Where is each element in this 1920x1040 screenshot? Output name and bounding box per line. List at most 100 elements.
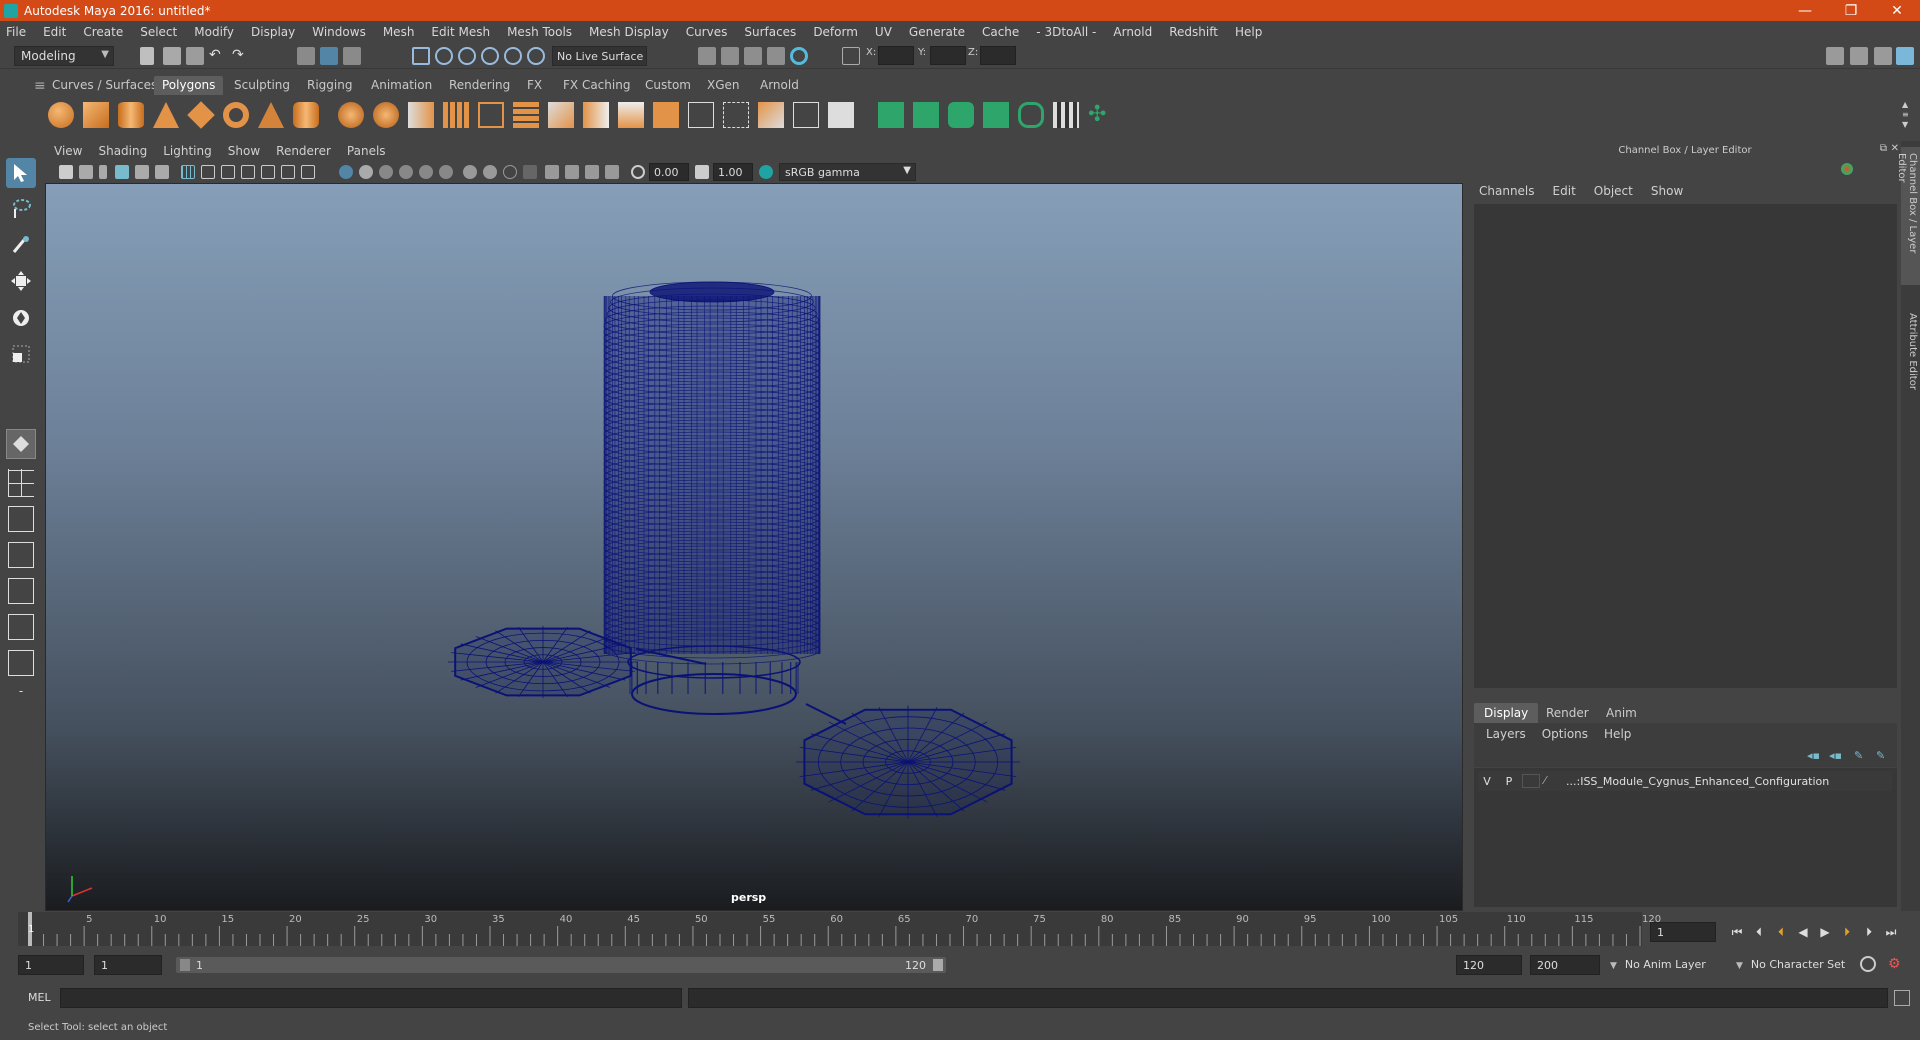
poly-cube-icon[interactable]: [83, 102, 109, 128]
viewport-menu-view[interactable]: View: [54, 144, 82, 158]
isolate-select-icon[interactable]: [545, 165, 559, 179]
shelf-tab-fx-caching[interactable]: FX Caching: [555, 76, 638, 95]
poly-cone-icon[interactable]: [153, 102, 179, 128]
menu-edit[interactable]: Edit: [43, 25, 66, 39]
menu-set-select[interactable]: Modeling ▼: [14, 46, 114, 66]
xray-active-components-icon[interactable]: [585, 165, 599, 179]
bookmarks-icon[interactable]: [99, 165, 107, 179]
layer-color-swatch[interactable]: ⁄: [1544, 774, 1562, 788]
layer-playback-toggle[interactable]: P: [1500, 775, 1518, 788]
animation-preferences-icon[interactable]: ⚙: [1888, 956, 1904, 972]
go-to-start-icon[interactable]: ⏮: [1726, 920, 1748, 944]
camera-attributes-icon[interactable]: [79, 165, 93, 179]
menu-mesh-display[interactable]: Mesh Display: [589, 25, 669, 39]
viewport-menu-show[interactable]: Show: [228, 144, 260, 158]
go-to-end-icon[interactable]: ⏭: [1880, 920, 1902, 944]
render-settings-icon[interactable]: [767, 47, 785, 65]
play-backwards-icon[interactable]: ◀: [1792, 920, 1814, 944]
snap-view-plane-icon[interactable]: [481, 47, 499, 65]
bridge-icon[interactable]: [583, 102, 609, 128]
transform-mode-icon[interactable]: [842, 47, 860, 65]
shelf-tab-animation[interactable]: Animation: [363, 76, 440, 95]
poly-pyramid-icon[interactable]: [258, 102, 284, 128]
rotate-tool-icon[interactable]: [6, 303, 36, 333]
motion-blur-icon[interactable]: [483, 165, 497, 179]
unfold-icon[interactable]: ✣: [1088, 102, 1114, 128]
shelf-scroll-icon[interactable]: ▲ ≡ ▼: [1902, 100, 1912, 130]
make-live-icon[interactable]: [527, 47, 545, 65]
layout-more-icon[interactable]: -: [8, 684, 34, 706]
select-tool-icon[interactable]: [6, 158, 36, 188]
channels-menu[interactable]: Channels: [1479, 184, 1535, 198]
side-tab-channel-box[interactable]: Channel Box / Layer Editor: [1896, 147, 1920, 285]
snap-point-icon[interactable]: [458, 47, 476, 65]
poly-plane-icon[interactable]: [187, 101, 215, 129]
extrude-icon[interactable]: [548, 102, 574, 128]
time-slider[interactable]: 5 10 15 20 25 30 35 40 45 50 55 60 65 70 75 80 85 90 95 100…: [18, 912, 1661, 946]
menu-create[interactable]: Create: [83, 25, 123, 39]
resolution-gate-icon[interactable]: [221, 165, 235, 179]
shelf-tab-custom[interactable]: Custom: [637, 76, 699, 95]
color-management-icon[interactable]: [759, 165, 773, 179]
minimize-button[interactable]: —: [1782, 0, 1828, 21]
channel-box-area[interactable]: [1474, 204, 1897, 688]
range-end-handle[interactable]: [933, 959, 943, 971]
step-back-frame-icon[interactable]: ⏴: [1748, 920, 1770, 944]
render-current-frame-icon[interactable]: [721, 47, 739, 65]
bevel-icon[interactable]: [618, 102, 644, 128]
hypershade-icon[interactable]: [790, 47, 808, 65]
y-input[interactable]: [930, 46, 966, 65]
mel-label[interactable]: MEL: [28, 991, 51, 1004]
shelf-tab-fx[interactable]: FX: [519, 76, 550, 95]
viewport-menu-shading[interactable]: Shading: [98, 144, 147, 158]
menu-uv[interactable]: UV: [875, 25, 892, 39]
auto-key-icon[interactable]: [1860, 956, 1876, 972]
create-empty-layer-icon[interactable]: ✎: [1854, 749, 1870, 763]
smooth-shade-icon[interactable]: [359, 165, 373, 179]
target-weld-icon[interactable]: [723, 102, 749, 128]
view-transform-select[interactable]: sRGB gamma ▼: [779, 163, 916, 181]
snap-curve-icon[interactable]: [435, 47, 453, 65]
field-chart-icon[interactable]: [261, 165, 275, 179]
viewport-menu-lighting[interactable]: Lighting: [163, 144, 212, 158]
lasso-tool-icon[interactable]: [6, 193, 36, 223]
poly-cylinder-icon[interactable]: [118, 102, 144, 128]
exposure-field[interactable]: 0.00: [649, 163, 689, 181]
planar-map-icon[interactable]: [878, 102, 904, 128]
current-frame-field[interactable]: 1: [1650, 922, 1716, 942]
layer-help-menu[interactable]: Help: [1604, 727, 1631, 741]
gamma-icon[interactable]: [695, 165, 709, 179]
four-view-layout-icon[interactable]: [8, 469, 34, 497]
poly-torus-icon[interactable]: [223, 102, 249, 128]
anti-aliasing-icon[interactable]: [503, 165, 517, 179]
mirror-icon[interactable]: [478, 102, 504, 128]
menu-help[interactable]: Help: [1235, 25, 1262, 39]
range-slider[interactable]: 1 120: [176, 957, 946, 973]
layer-tab-render[interactable]: Render: [1536, 703, 1599, 723]
snap-live-icon[interactable]: [504, 47, 522, 65]
layer-tab-display[interactable]: Display: [1474, 703, 1539, 723]
character-set-select[interactable]: ▼ No Character Set: [1730, 955, 1860, 975]
depth-of-field-icon[interactable]: [523, 165, 537, 179]
smooth-icon[interactable]: [408, 102, 434, 128]
cylindrical-map-icon[interactable]: [913, 102, 939, 128]
perspective-viewport[interactable]: persp: [45, 183, 1463, 911]
menu-mesh-tools[interactable]: Mesh Tools: [507, 25, 572, 39]
paint-select-tool-icon[interactable]: [6, 230, 36, 260]
iss-cygnus-wireframe[interactable]: [46, 184, 1463, 911]
uv-editor-icon[interactable]: [828, 102, 854, 128]
side-tab-attribute-editor[interactable]: Attribute Editor: [1901, 307, 1920, 397]
render-view-icon[interactable]: [698, 47, 716, 65]
layer-visibility-toggle[interactable]: V: [1478, 775, 1496, 788]
snap-grid-icon[interactable]: [412, 47, 430, 65]
create-layer-from-selected-icon[interactable]: ✎: [1876, 749, 1892, 763]
shelf-tab-sculpting[interactable]: Sculpting: [226, 76, 298, 95]
layer-name[interactable]: ...:ISS_Module_Cygnus_Enhanced_Configura…: [1566, 775, 1829, 788]
wireframe-icon[interactable]: [339, 165, 353, 179]
use-all-lights-icon[interactable]: [419, 165, 433, 179]
textured-icon[interactable]: [399, 165, 413, 179]
undo-icon[interactable]: ↶: [209, 47, 227, 65]
move-tool-icon[interactable]: [6, 266, 36, 296]
auto-map-icon[interactable]: [983, 102, 1009, 128]
exposure-icon[interactable]: [631, 165, 645, 179]
